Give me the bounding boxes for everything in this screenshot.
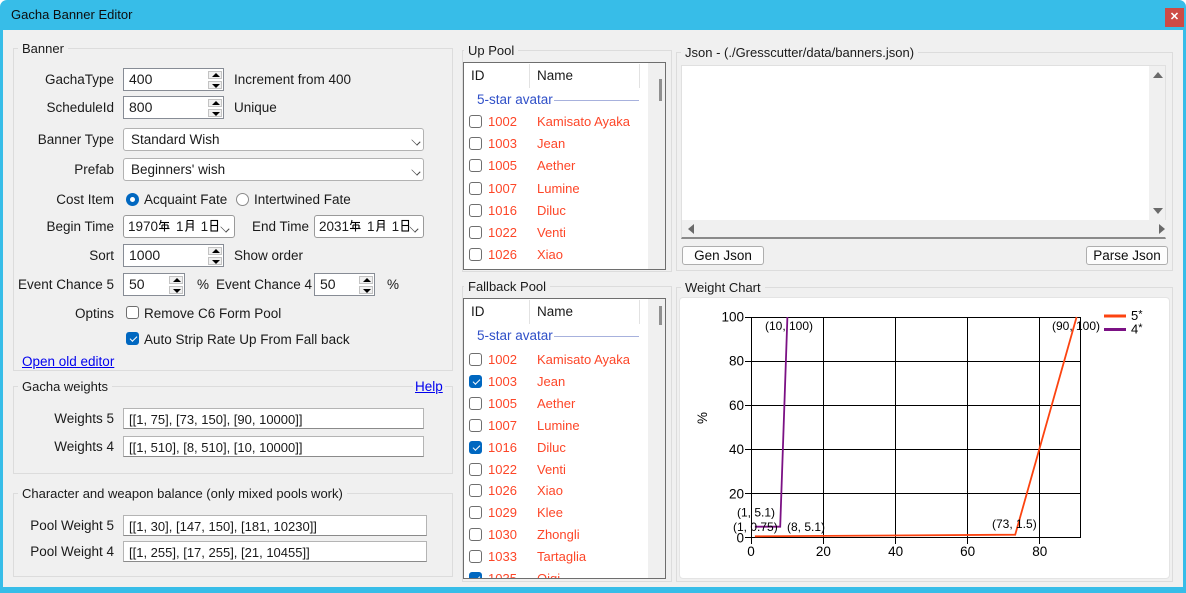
svg-text:0: 0 xyxy=(747,544,755,559)
svg-text:20: 20 xyxy=(816,544,831,559)
svg-text:(73, 1.5): (73, 1.5) xyxy=(992,517,1037,531)
svg-text:60: 60 xyxy=(729,398,744,413)
svg-text:20: 20 xyxy=(729,486,744,501)
svg-text:100: 100 xyxy=(721,310,744,325)
svg-text:40: 40 xyxy=(729,442,744,457)
svg-text:(10, 100): (10, 100) xyxy=(765,319,813,333)
svg-text:4*: 4* xyxy=(1131,322,1143,337)
svg-text:(90, 100): (90, 100) xyxy=(1052,319,1100,333)
svg-text:80: 80 xyxy=(1032,544,1047,559)
svg-text:%: % xyxy=(695,412,710,424)
svg-text:(1, 5.1): (1, 5.1) xyxy=(737,506,775,520)
svg-text:60: 60 xyxy=(960,544,975,559)
svg-text:40: 40 xyxy=(888,544,903,559)
svg-text:(8, 5.1): (8, 5.1) xyxy=(787,520,825,534)
svg-text:(1, 0.75): (1, 0.75) xyxy=(733,520,778,534)
svg-text:80: 80 xyxy=(729,354,744,369)
